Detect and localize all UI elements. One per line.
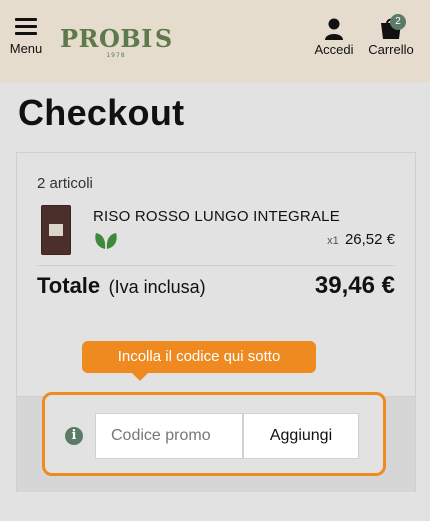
site-header: Menu PROBI S 1978 Accedi 2 Carrello — [0, 0, 430, 82]
cart-button[interactable]: 2 Carrello — [364, 14, 418, 57]
login-button[interactable]: Accedi — [310, 18, 358, 57]
menu-button[interactable]: Menu — [6, 16, 46, 58]
product-qty: x1 — [327, 235, 339, 247]
total-row: Totale (Iva inclusa) 39,46 € — [37, 265, 395, 300]
product-price-line: x1 26,52 € — [327, 231, 395, 248]
login-label: Accedi — [314, 42, 354, 57]
promo-code-box: i Aggiungi — [42, 392, 386, 476]
page-title: Checkout — [18, 92, 185, 133]
logo-wordmark: PROBI — [60, 24, 153, 53]
item-count: 2 articoli — [37, 175, 93, 192]
info-icon[interactable]: i — [65, 427, 83, 445]
total-value: 39,46 € — [314, 272, 395, 299]
product-name[interactable]: RISO ROSSO LUNGO INTEGRALE — [93, 208, 340, 225]
cart-count-badge: 2 — [390, 14, 406, 30]
logo-year: 1978 — [106, 52, 126, 59]
add-promo-button[interactable]: Aggiungi — [243, 413, 359, 459]
leaf-icon — [95, 233, 117, 249]
cart-label: Carrello — [368, 42, 414, 57]
total-label: Totale — [37, 273, 101, 298]
total-note: (Iva inclusa) — [108, 277, 206, 297]
hamburger-icon — [15, 18, 37, 36]
promo-code-input[interactable] — [95, 413, 243, 459]
product-price: 26,52 € — [344, 231, 395, 248]
user-icon — [325, 18, 343, 40]
menu-label: Menu — [9, 41, 43, 56]
product-thumbnail[interactable] — [41, 205, 71, 255]
promo-tooltip: Incolla il codice qui sotto — [82, 341, 316, 381]
brand-logo[interactable]: PROBI S 1978 — [60, 26, 172, 60]
